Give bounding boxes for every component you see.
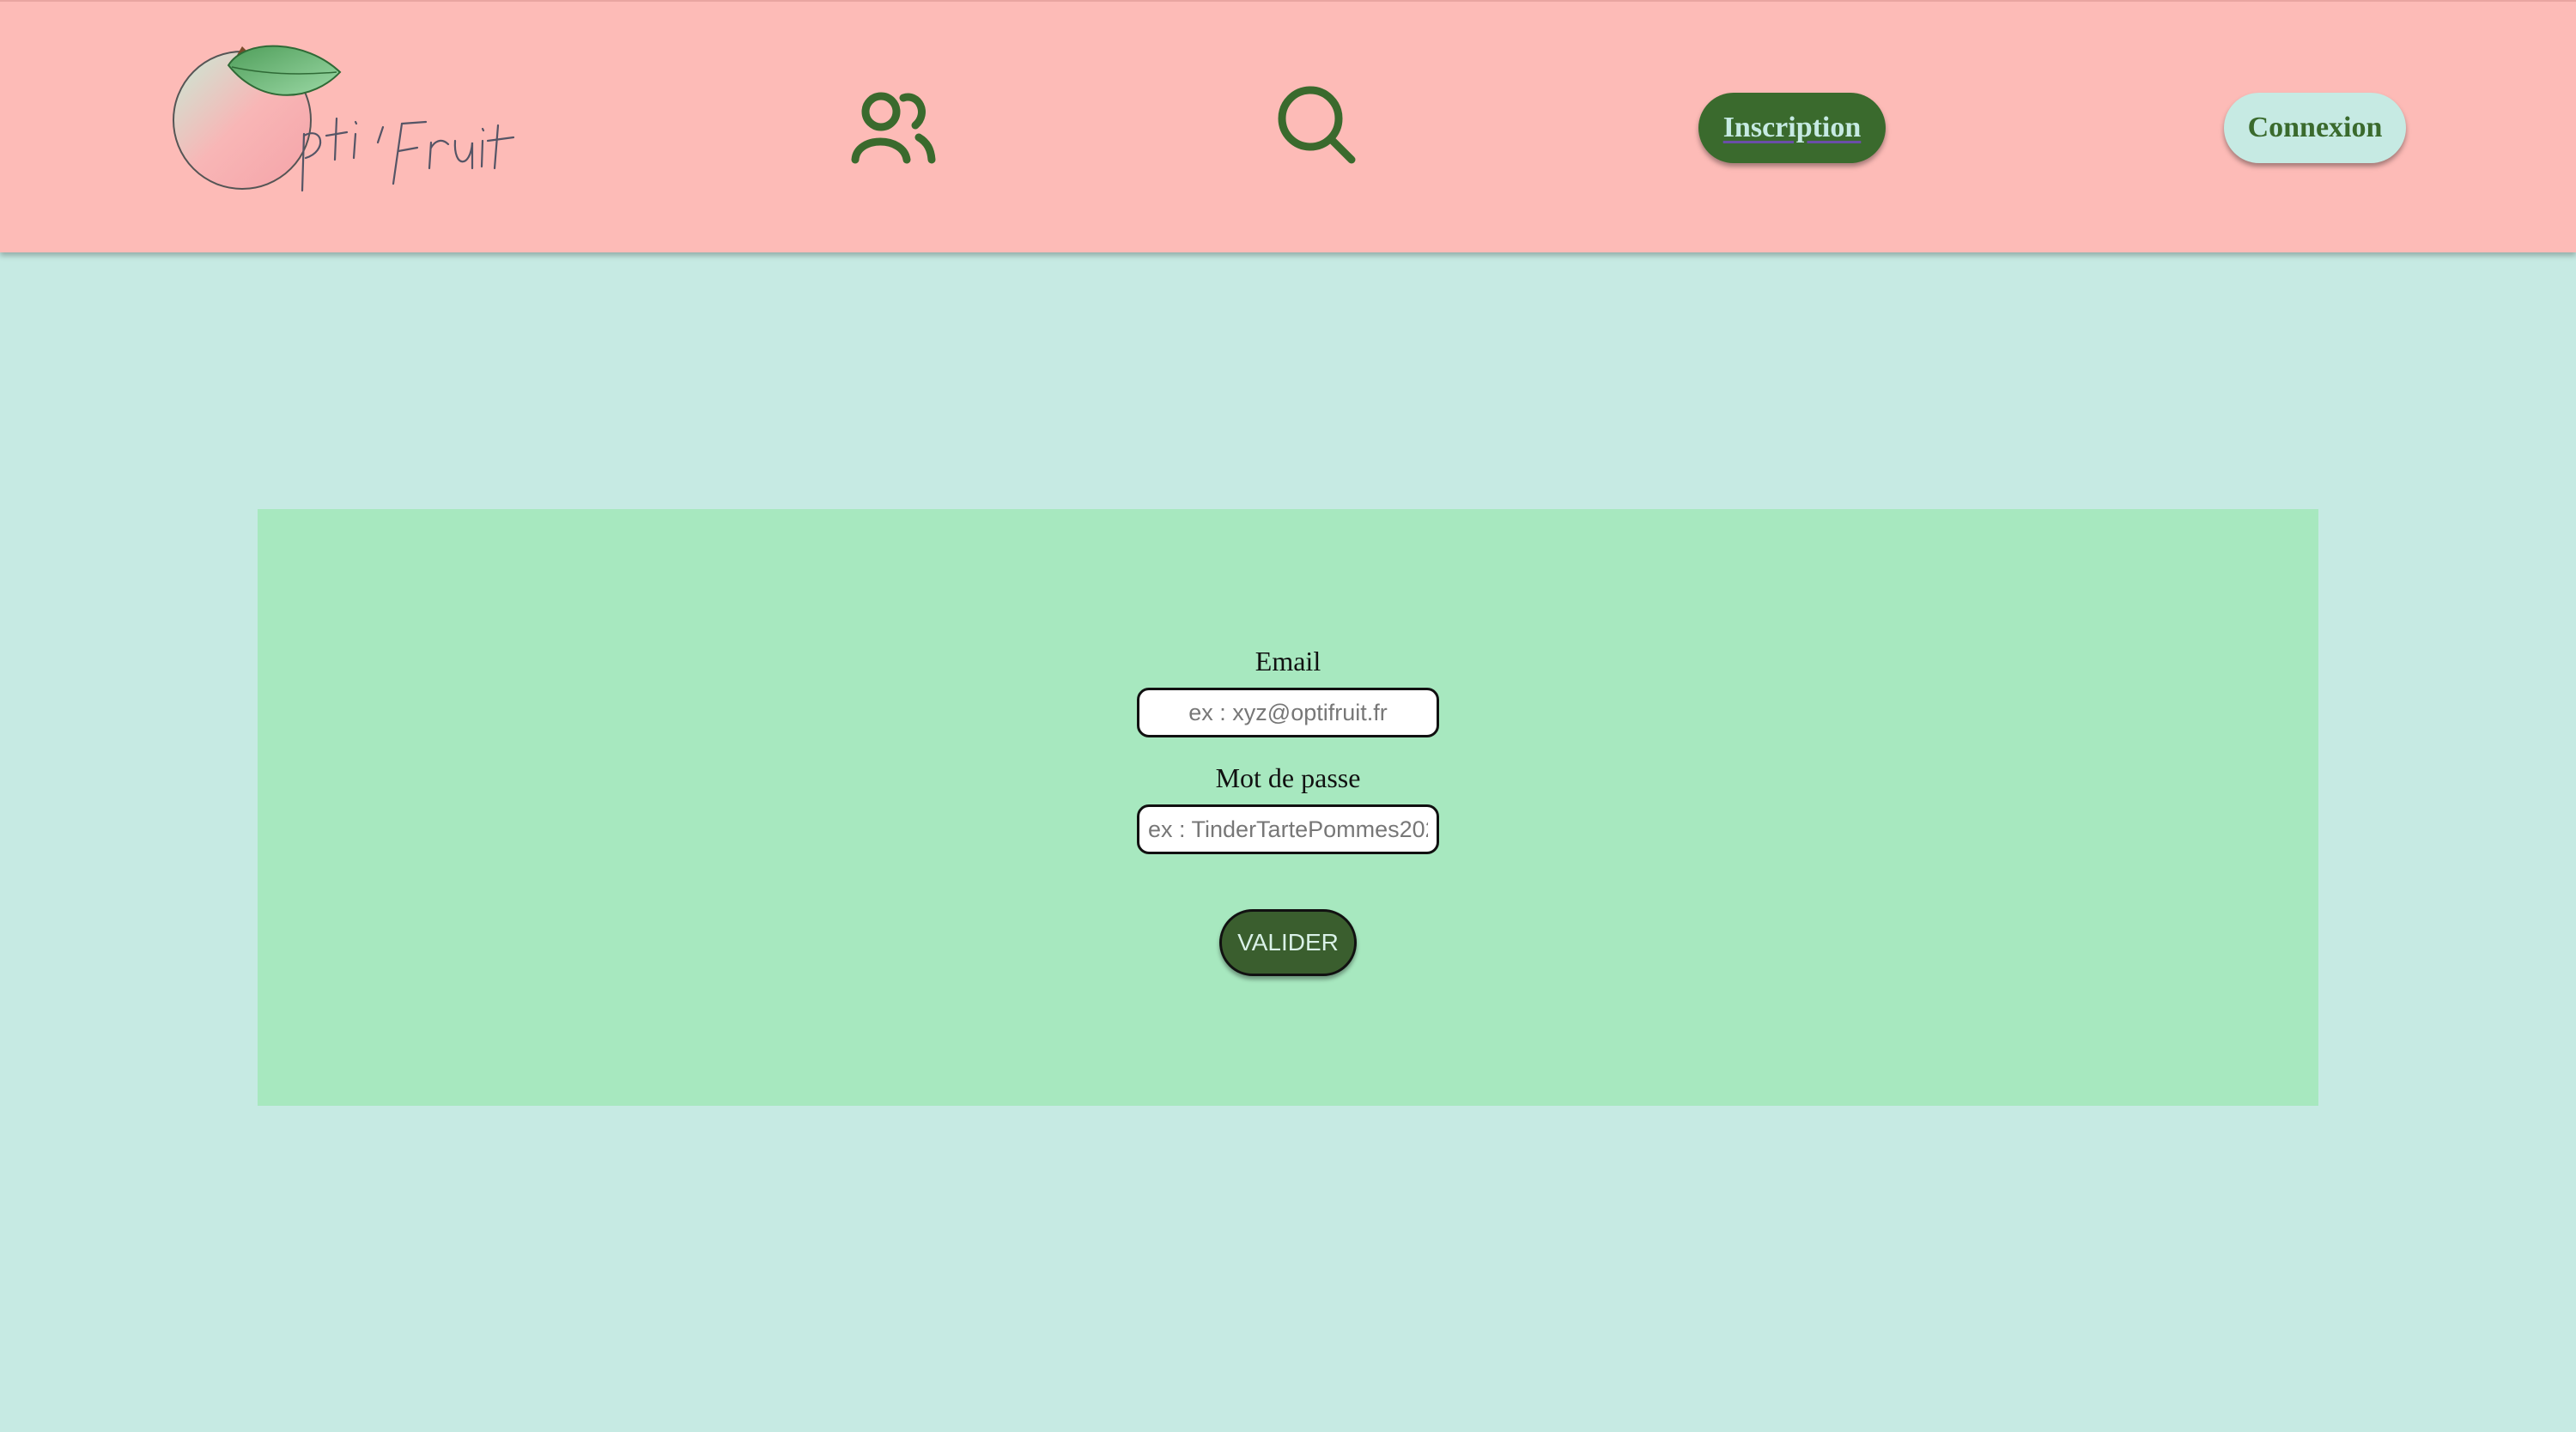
password-label: Mot de passe [1215, 762, 1361, 793]
connexion-button[interactable]: Connexion [2224, 93, 2406, 163]
search-icon[interactable] [1276, 84, 1358, 167]
email-field[interactable] [1137, 688, 1439, 737]
password-field[interactable] [1137, 804, 1439, 854]
email-label: Email [1255, 646, 1321, 677]
site-header: Inscription Connexion [0, 0, 2576, 252]
users-icon[interactable] [850, 88, 936, 165]
inscription-button[interactable]: Inscription [1698, 93, 1886, 163]
optifruit-logo[interactable] [168, 39, 520, 211]
submit-button[interactable]: VALIDER [1219, 909, 1357, 976]
